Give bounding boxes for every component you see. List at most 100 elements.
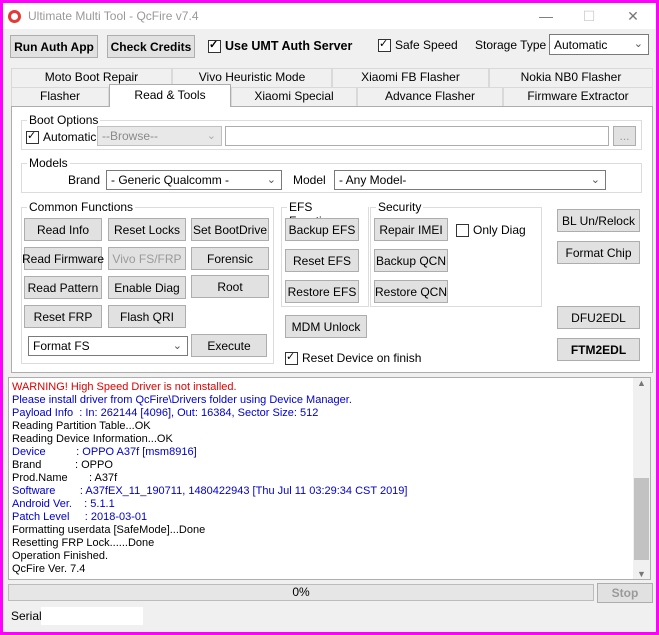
reset-frp-button[interactable]: Reset FRP <box>24 305 102 328</box>
use-umt-auth-checkbox[interactable]: Use UMT Auth Server <box>208 38 353 53</box>
log-line: Prod.Name : A37f <box>12 472 118 484</box>
flash-qri-button[interactable]: Flash QRI <box>108 305 186 328</box>
safe-speed-checkbox[interactable]: Safe Speed <box>378 37 458 52</box>
only-diag-label: Only Diag <box>473 223 526 237</box>
close-button[interactable]: ✕ <box>613 5 653 27</box>
minimize-button[interactable]: — <box>526 5 566 27</box>
storage-type-select[interactable]: Automatic ⌄ <box>549 34 649 55</box>
chevron-down-icon: ⌄ <box>266 174 276 186</box>
scroll-up-icon[interactable]: ▲ <box>637 378 646 388</box>
browse-file-button[interactable]: ... <box>613 126 636 146</box>
brand-select[interactable]: - Generic Qualcomm - ⌄ <box>106 170 282 190</box>
serial-label: Serial: <box>11 609 46 623</box>
restore-qcn-button[interactable]: Restore QCN <box>374 280 448 303</box>
maximize-button[interactable]: ☐ <box>569 5 609 27</box>
tab-xiaomi-special[interactable]: Xiaomi Special <box>231 87 357 106</box>
log-line: Brand : OPPO <box>12 459 113 471</box>
model-label: Model <box>293 173 326 187</box>
checkbox-checked-icon <box>208 38 221 53</box>
automatic-checkbox[interactable]: Automatic <box>26 129 97 144</box>
common-functions-title: Common Functions <box>27 200 136 214</box>
tab-read-tools[interactable]: Read & Tools <box>109 84 231 107</box>
log-line: Payload Info : In: 262144 [4096], Out: 1… <box>12 407 319 419</box>
format-fs-select[interactable]: Format FS ⌄ <box>28 336 188 356</box>
use-umt-auth-label: Use UMT Auth Server <box>225 39 353 53</box>
checkbox-unchecked-icon <box>456 223 469 237</box>
storage-type-value: Automatic <box>554 37 608 52</box>
safe-speed-label: Safe Speed <box>395 38 458 52</box>
log-line: QcFire Ver. 7.4 <box>12 563 86 575</box>
dfu2edl-button[interactable]: DFU2EDL <box>557 306 640 329</box>
ftm2edl-button[interactable]: FTM2EDL <box>557 338 640 361</box>
title-bar: Ultimate Multi Tool - QcFire v7.4 — ☐ ✕ <box>3 3 656 29</box>
tab-advance-flasher[interactable]: Advance Flasher <box>357 87 503 106</box>
read-info-button[interactable]: Read Info <box>24 218 102 241</box>
automatic-label: Automatic <box>43 130 97 144</box>
scroll-down-icon[interactable]: ▼ <box>637 569 646 579</box>
log-line: Please install driver from QcFire\Driver… <box>12 394 352 406</box>
enable-diag-button[interactable]: Enable Diag <box>108 276 186 299</box>
read-tools-panel: Boot Options Automatic --Browse-- ⌄ ... … <box>11 106 653 373</box>
checkbox-checked-icon <box>26 129 39 144</box>
log-line: Patch Level : 2018-03-01 <box>12 511 148 523</box>
vivo-fs-frp-button[interactable]: Vivo FS/FRP <box>108 247 186 270</box>
chevron-down-icon: ⌄ <box>206 130 216 142</box>
brand-label: Brand <box>68 173 101 187</box>
log-scrollbar[interactable]: ▲ ▼ <box>633 378 650 579</box>
set-bootdrive-button[interactable]: Set BootDrive <box>191 218 269 241</box>
log-line: Reading Partition Table...OK <box>12 420 151 432</box>
progress-text: 0% <box>292 585 310 599</box>
window-title: Ultimate Multi Tool - QcFire v7.4 <box>28 9 199 23</box>
restore-efs-button[interactable]: Restore EFS <box>285 280 359 303</box>
boot-file-path-input[interactable] <box>225 126 609 146</box>
run-auth-app-button[interactable]: Run Auth App <box>10 35 98 58</box>
root-button[interactable]: Root <box>191 275 269 298</box>
reset-device-on-finish-checkbox[interactable]: Reset Device on finish <box>285 350 421 365</box>
bl-unrelock-button[interactable]: BL Un/Relock <box>557 209 640 232</box>
log-lines: WARNING! High Speed Driver is not instal… <box>9 381 650 576</box>
log-line: Resetting FRP Lock......Done <box>12 537 155 549</box>
log-output[interactable]: WARNING! High Speed Driver is not instal… <box>8 377 651 580</box>
chevron-down-icon: ⌄ <box>633 38 643 50</box>
read-pattern-button[interactable]: Read Pattern <box>24 276 102 299</box>
log-line: Operation Finished. <box>12 550 108 562</box>
app-logo-icon <box>8 10 21 23</box>
boot-options-title: Boot Options <box>27 113 101 127</box>
model-select[interactable]: - Any Model- ⌄ <box>334 170 606 190</box>
reset-efs-button[interactable]: Reset EFS <box>285 249 359 272</box>
log-line: Device : OPPO A37f [msm8916] <box>12 446 197 458</box>
mdm-unlock-button[interactable]: MDM Unlock <box>285 315 367 338</box>
format-chip-button[interactable]: Format Chip <box>557 241 640 264</box>
format-fs-value: Format FS <box>33 339 90 353</box>
tab-firmware-extractor[interactable]: Firmware Extractor <box>503 87 653 106</box>
model-value: - Any Model- <box>339 173 407 187</box>
scrollbar-thumb[interactable] <box>634 478 649 560</box>
backup-efs-button[interactable]: Backup EFS <box>285 218 359 241</box>
storage-type-label: Storage Type <box>475 38 547 52</box>
progress-bar: 0% <box>8 584 594 601</box>
log-line: WARNING! High Speed Driver is not instal… <box>12 381 237 393</box>
backup-qcn-button[interactable]: Backup QCN <box>374 249 448 272</box>
browse-value: --Browse-- <box>102 129 158 143</box>
brand-value: - Generic Qualcomm - <box>111 173 230 187</box>
reset-locks-button[interactable]: Reset Locks <box>108 218 186 241</box>
stop-button[interactable]: Stop <box>597 583 653 603</box>
repair-imei-button[interactable]: Repair IMEI <box>374 218 448 241</box>
models-title: Models <box>27 156 70 170</box>
tab-flasher[interactable]: Flasher <box>11 87 109 106</box>
checkbox-checked-icon <box>285 350 298 365</box>
tab-xiaomi-fb-flasher[interactable]: Xiaomi FB Flasher <box>332 68 489 87</box>
browse-select[interactable]: --Browse-- ⌄ <box>97 126 222 146</box>
log-line: Reading Device Information...OK <box>12 433 173 445</box>
log-line: Formatting userdata [SafeMode]...Done <box>12 524 206 536</box>
execute-button[interactable]: Execute <box>191 334 267 357</box>
serial-value <box>41 607 143 625</box>
check-credits-button[interactable]: Check Credits <box>107 35 195 58</box>
read-firmware-button[interactable]: Read Firmware <box>22 247 104 270</box>
tab-nokia-nb0-flasher[interactable]: Nokia NB0 Flasher <box>489 68 653 87</box>
main-window: Ultimate Multi Tool - QcFire v7.4 — ☐ ✕ … <box>3 3 656 632</box>
forensic-button[interactable]: Forensic <box>191 247 269 270</box>
log-line: Software : A37fEX_11_190711, 1480422943 … <box>12 485 408 497</box>
chevron-down-icon: ⌄ <box>172 340 182 352</box>
only-diag-checkbox[interactable]: Only Diag <box>456 223 526 237</box>
